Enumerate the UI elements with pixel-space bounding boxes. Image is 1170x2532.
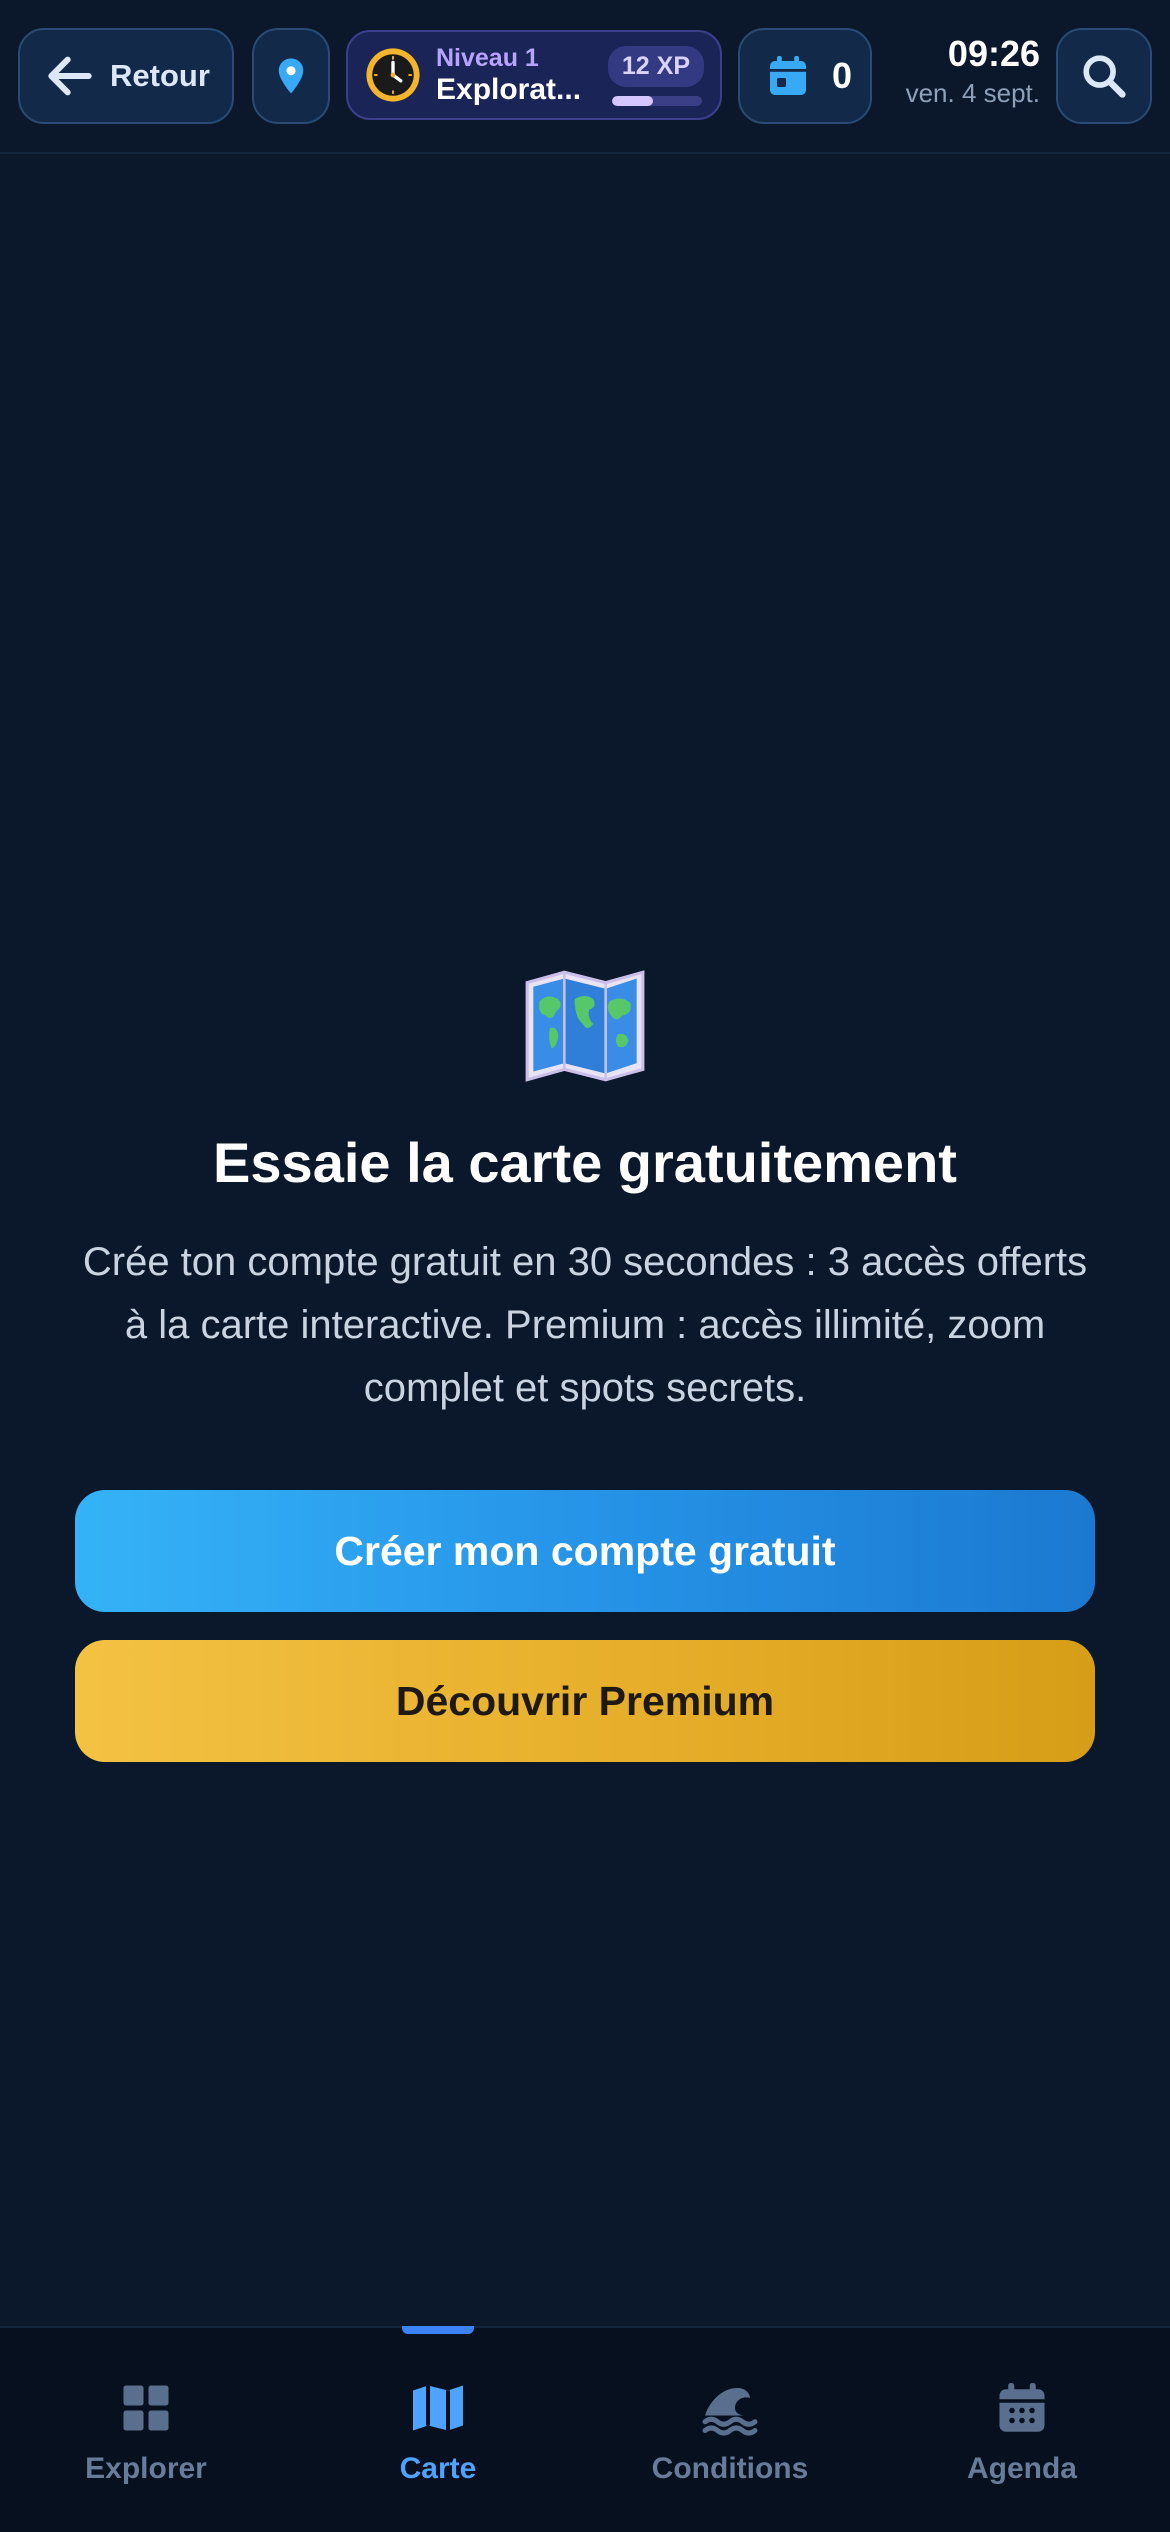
- promo-description: Crée ton compte gratuit en 30 secondes :…: [82, 1240, 1088, 1410]
- clock-icon: [366, 48, 420, 102]
- level-label: Niveau 1: [436, 43, 539, 72]
- location-pin-icon: [278, 58, 304, 94]
- calendar-icon: [999, 2383, 1045, 2432]
- tab-carte-label: Carte: [399, 2452, 477, 2485]
- xp-progress-fill: [612, 96, 653, 106]
- create-account-button[interactable]: Créer mon compte gratuit: [75, 1490, 1095, 1612]
- agenda-counter-button[interactable]: 0: [738, 28, 872, 124]
- tab-agenda[interactable]: Agenda: [902, 2378, 1142, 2486]
- back-button-label: Retour: [110, 58, 210, 93]
- grid-icon: [123, 2385, 169, 2431]
- tab-carte[interactable]: Carte: [318, 2378, 558, 2486]
- tab-agenda-label: Agenda: [966, 2452, 1077, 2485]
- discover-premium-button[interactable]: Découvrir Premium: [75, 1640, 1095, 1762]
- tab-explorer[interactable]: Explorer: [26, 2378, 266, 2486]
- active-tab-indicator: [402, 2326, 474, 2334]
- xp-progress-bar: [612, 96, 702, 106]
- xp-badge: 12 XP: [607, 46, 704, 87]
- tab-conditions-label: Conditions: [651, 2452, 809, 2485]
- map-icon: [413, 2385, 463, 2431]
- back-button[interactable]: Retour: [18, 28, 234, 124]
- datetime-display: 09:26 ven. 4 sept.: [880, 33, 1040, 108]
- search-icon: [1083, 55, 1126, 98]
- top-bar: Retour Niveau 1 Explorat... 12 XP 0 09:2…: [0, 0, 1170, 154]
- tab-conditions[interactable]: Conditions: [610, 2378, 850, 2486]
- calendar-icon: [770, 56, 806, 95]
- world-map-icon: [525, 970, 645, 1082]
- level-info: Niveau 1 Explorat...: [436, 43, 582, 106]
- current-time: 09:26: [947, 33, 1040, 74]
- search-button[interactable]: [1056, 28, 1152, 124]
- location-button[interactable]: [252, 28, 330, 124]
- agenda-count: 0: [832, 55, 853, 96]
- wave-icon: [702, 2388, 758, 2436]
- arrow-left-icon: [48, 56, 92, 96]
- map-paywall: Essaie la carte gratuitement Crée ton co…: [0, 970, 1170, 1762]
- promo-title: Essaie la carte gratuitement: [213, 1131, 957, 1194]
- level-card[interactable]: Niveau 1 Explorat... 12 XP: [346, 30, 722, 120]
- tab-explorer-label: Explorer: [85, 2452, 207, 2485]
- level-title: Explorat...: [436, 72, 582, 106]
- bottom-navigation: Explorer Carte Conditions Agenda: [0, 2326, 1170, 2532]
- app-screen: Retour Niveau 1 Explorat... 12 XP 0 09:2…: [0, 0, 1170, 2532]
- current-date: ven. 4 sept.: [905, 78, 1040, 108]
